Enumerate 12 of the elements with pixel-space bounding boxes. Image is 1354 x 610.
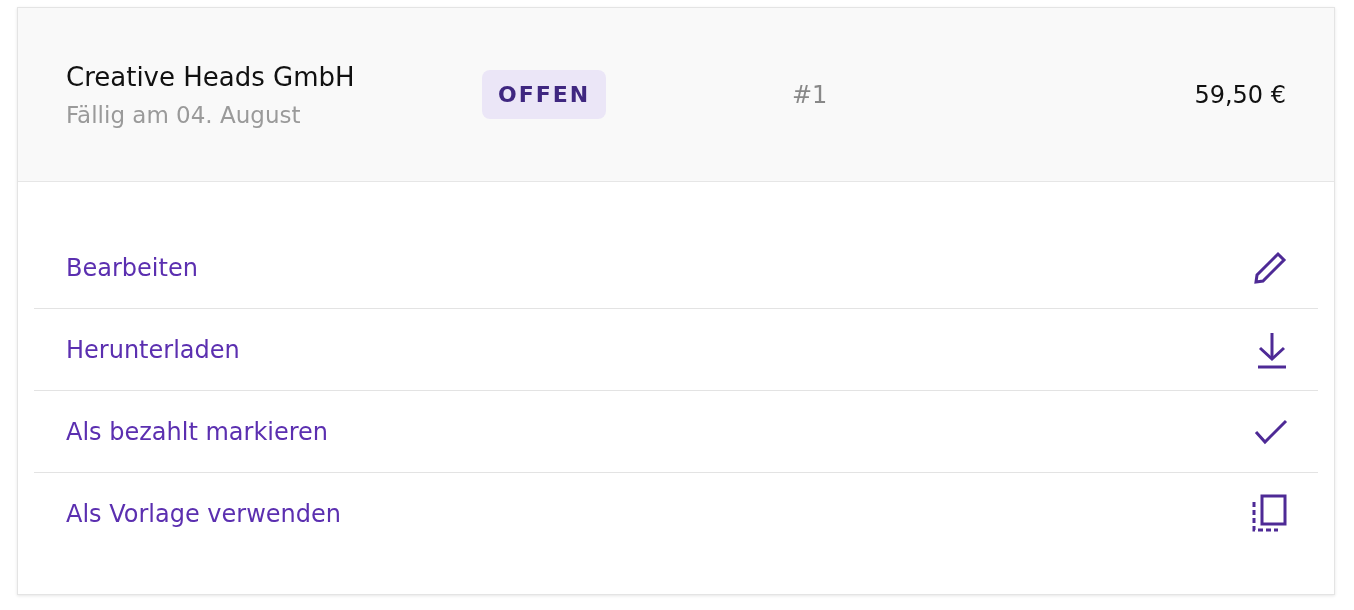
invoice-amount: 59,50 € — [1194, 80, 1286, 109]
client-name: Creative Heads GmbH — [66, 61, 356, 92]
action-item[interactable]: Als Vorlage verwenden — [34, 473, 1318, 555]
checkmark-icon — [1254, 417, 1288, 446]
copy-icon — [1250, 494, 1288, 534]
status-badge: OFFEN — [482, 70, 607, 119]
pencil-icon — [1252, 249, 1288, 286]
due-date: Fällig am 04. August — [66, 101, 302, 128]
action-item[interactable]: Bearbeiten — [34, 227, 1318, 309]
action-item[interactable]: Herunterladen — [34, 309, 1318, 391]
invoice-number: #1 — [791, 80, 829, 109]
action-item[interactable]: Als bezahlt markieren — [34, 391, 1318, 473]
